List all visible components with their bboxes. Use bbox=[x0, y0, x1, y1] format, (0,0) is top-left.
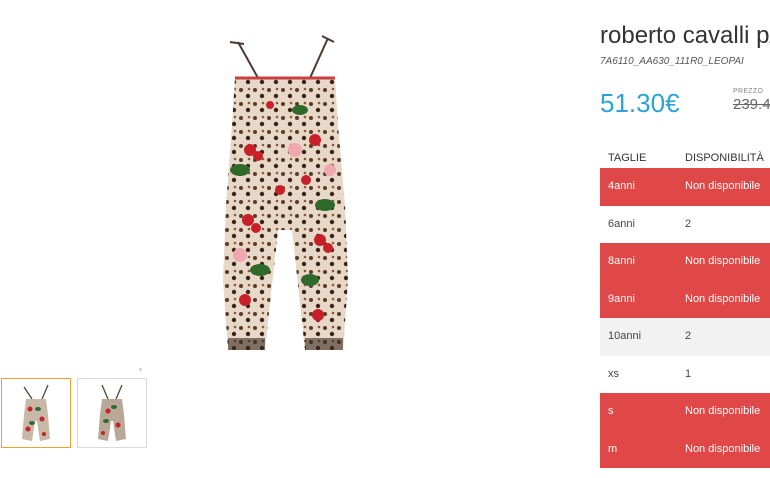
product-price: 51.30€ bbox=[600, 88, 680, 118]
product-info: roberto cavalli p/ 7A6110_AA630_111R0_LE… bbox=[600, 0, 770, 478]
gallery-dot bbox=[139, 368, 142, 371]
thumbnail-back[interactable] bbox=[77, 378, 147, 448]
table-row[interactable]: 8anni Non disponibile bbox=[600, 243, 770, 281]
size-cell: m bbox=[608, 442, 618, 455]
size-availability-table: TAGLIE DISPONIBILITÀ 4anni Non disponibi… bbox=[600, 148, 770, 468]
table-header: TAGLIE DISPONIBILITÀ bbox=[600, 148, 770, 168]
size-cell: xs bbox=[608, 367, 619, 380]
availability-cell: Non disponibile bbox=[685, 442, 761, 455]
size-cell: 4anni bbox=[608, 180, 635, 192]
old-price-label: PREZZO bbox=[733, 88, 764, 95]
header-sizes: TAGLIE bbox=[608, 152, 647, 164]
table-row[interactable]: m Non disponibile bbox=[600, 430, 770, 468]
table-row[interactable]: s Non disponibile bbox=[600, 393, 770, 431]
size-cell: 8anni bbox=[608, 255, 635, 267]
thumbnail-front[interactable] bbox=[1, 378, 71, 448]
table-row[interactable]: 9anni Non disponibile bbox=[600, 280, 770, 318]
old-price: 239.4 bbox=[733, 96, 770, 113]
table-row[interactable]: xs 1 bbox=[600, 355, 770, 393]
availability-cell: 2 bbox=[685, 217, 692, 230]
size-cell: 9anni bbox=[608, 292, 635, 305]
table-row[interactable]: 6anni 2 bbox=[600, 205, 770, 243]
size-cell: 6anni bbox=[608, 217, 635, 230]
header-availability: DISPONIBILITÀ bbox=[685, 152, 764, 164]
availability-cell: Non disponibile bbox=[685, 292, 761, 305]
availability-cell: Non disponibile bbox=[685, 180, 761, 192]
size-cell: 10anni bbox=[608, 330, 642, 342]
table-row[interactable]: 4anni Non disponibile bbox=[600, 168, 770, 206]
availability-cell: Non disponibile bbox=[685, 255, 761, 267]
product-gallery bbox=[0, 0, 560, 478]
availability-cell: 1 bbox=[685, 367, 692, 380]
size-cell: s bbox=[608, 405, 614, 417]
product-title: roberto cavalli p/ bbox=[600, 22, 770, 49]
main-product-image[interactable] bbox=[210, 30, 360, 355]
availability-cell: 2 bbox=[685, 330, 692, 342]
table-row[interactable]: 10anni 2 bbox=[600, 318, 770, 356]
availability-cell: Non disponibile bbox=[685, 405, 761, 417]
product-sku: 7A6110_AA630_111R0_LEOPAI bbox=[600, 56, 744, 67]
